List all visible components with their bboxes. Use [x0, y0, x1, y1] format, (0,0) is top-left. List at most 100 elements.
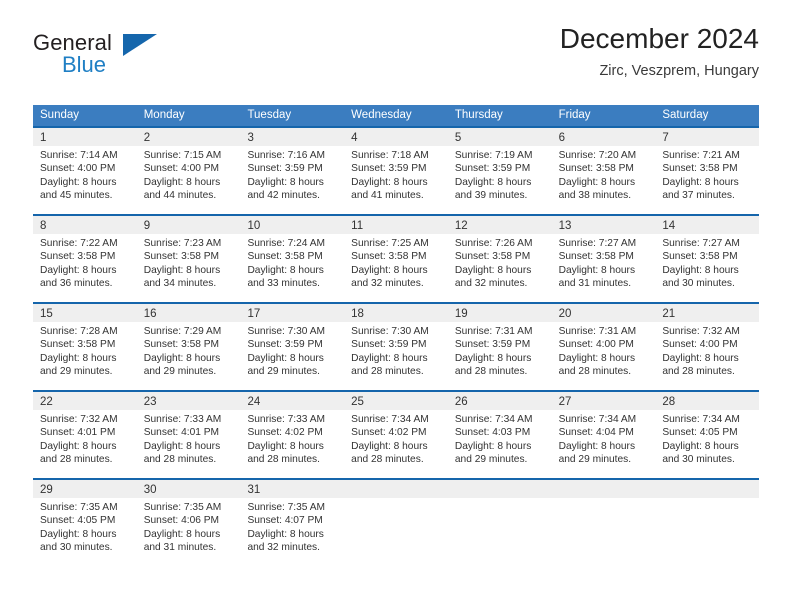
- daylight-line1: Daylight: 8 hours: [454, 176, 532, 188]
- sunset-text: Sunset: 4:00 PM: [143, 163, 220, 175]
- day-cell[interactable]: 26 Sunrise: 7:34 AM Sunset: 4:03 PM Dayligh…: [447, 390, 552, 478]
- sunrise-text: Sunrise: 7:34 AM: [351, 414, 429, 425]
- daylight-line2: and 31 minutes.: [143, 542, 217, 554]
- sunset-text: Sunset: 4:02 PM: [351, 427, 427, 439]
- day-number: 16: [143, 308, 157, 320]
- day-cell[interactable]: 18 Sunrise: 7:30 AM Sunset: 3:59 PM Dayligh…: [344, 302, 448, 390]
- day-info: Sunrise: 7:34 AM Sunset: 4:02 PM Daylight:…: [344, 410, 448, 467]
- day-info: Sunrise: 7:18 AM Sunset: 3:59 PM Daylight:…: [344, 146, 448, 203]
- day-cell[interactable]: 17 Sunrise: 7:30 AM Sunset: 3:59 PM Dayligh…: [240, 302, 345, 390]
- sunrise-text: Sunrise: 7:31 AM: [454, 326, 533, 337]
- day-cell[interactable]: 4 Sunrise: 7:18 AM Sunset: 3:59 PM Daylight…: [344, 126, 448, 214]
- sunrise-text: Sunrise: 7:27 AM: [662, 238, 740, 249]
- day-cell[interactable]: 6 Sunrise: 7:20 AM Sunset: 3:58 PM Daylight…: [551, 126, 656, 214]
- day-number-band: 29: [33, 480, 137, 498]
- day-info: Sunrise: 7:19 AM Sunset: 3:59 PM Daylight:…: [448, 146, 552, 203]
- daylight-line2: and 29 minutes.: [40, 366, 113, 378]
- brand-logo[interactable]: General Blue: [33, 30, 223, 86]
- day-number-band: 18: [344, 304, 448, 322]
- day-cell[interactable]: 9 Sunrise: 7:23 AM Sunset: 3:58 PM Daylight…: [136, 214, 241, 302]
- day-info: Sunrise: 7:16 AM Sunset: 3:59 PM Daylight:…: [240, 146, 344, 203]
- day-number: 25: [351, 396, 364, 408]
- day-cell[interactable]: 24 Sunrise: 7:33 AM Sunset: 4:02 PM Dayligh…: [240, 390, 345, 478]
- day-cell[interactable]: 12 Sunrise: 7:26 AM Sunset: 3:58 PM Dayligh…: [447, 214, 552, 302]
- day-cell[interactable]: 14 Sunrise: 7:27 AM Sunset: 3:58 PM Dayligh…: [655, 214, 760, 302]
- day-cell[interactable]: 19 Sunrise: 7:31 AM Sunset: 3:59 PM Dayligh…: [447, 302, 552, 390]
- day-cell[interactable]: 22 Sunrise: 7:32 AM Sunset: 4:01 PM Dayligh…: [33, 390, 137, 478]
- day-cell[interactable]: 13 Sunrise: 7:27 AM Sunset: 3:58 PM Dayligh…: [551, 214, 656, 302]
- daylight-line1: Daylight: 8 hours: [40, 176, 117, 188]
- weekday-header-wednesday: Wednesday: [351, 109, 412, 121]
- daylight-line2: and 29 minutes.: [558, 454, 632, 466]
- day-cell[interactable]: 1 Sunrise: 7:14 AM Sunset: 4:00 PM Daylight…: [33, 126, 137, 214]
- day-info: Sunrise: 7:30 AM Sunset: 3:59 PM Daylight:…: [344, 322, 448, 379]
- day-cell[interactable]: 3 Sunrise: 7:16 AM Sunset: 3:59 PM Daylight…: [240, 126, 345, 214]
- daylight-line2: and 32 minutes.: [351, 278, 424, 290]
- week-row: 8 Sunrise: 7:22 AM Sunset: 3:58 PM Daylight…: [33, 214, 760, 302]
- sunrise-text: Sunrise: 7:32 AM: [40, 414, 118, 425]
- day-cell[interactable]: 16 Sunrise: 7:29 AM Sunset: 3:58 PM Dayligh…: [136, 302, 241, 390]
- day-info: Sunrise: 7:24 AM Sunset: 3:58 PM Daylight:…: [240, 234, 344, 291]
- sunrise-text: Sunrise: 7:19 AM: [454, 150, 533, 161]
- daylight-line2: and 34 minutes.: [143, 278, 217, 290]
- day-number-band: 12: [447, 216, 552, 234]
- day-number-band: 16: [136, 304, 241, 322]
- day-cell[interactable]: 23 Sunrise: 7:33 AM Sunset: 4:01 PM Dayligh…: [136, 390, 241, 478]
- day-info: Sunrise: 7:14 AM Sunset: 4:00 PM Daylight:…: [33, 146, 137, 203]
- daylight-line2: and 41 minutes.: [351, 190, 424, 202]
- day-cell[interactable]: 2 Sunrise: 7:15 AM Sunset: 4:00 PM Daylight…: [136, 126, 241, 214]
- day-info: [655, 498, 759, 501]
- sunrise-text: Sunrise: 7:29 AM: [143, 326, 222, 337]
- sunrise-text: Sunrise: 7:32 AM: [662, 326, 740, 337]
- day-cell[interactable]: 30 Sunrise: 7:35 AM Sunset: 4:06 PM Dayligh…: [136, 478, 241, 566]
- day-cell[interactable]: 21 Sunrise: 7:32 AM Sunset: 4:00 PM Dayligh…: [655, 302, 760, 390]
- day-number-band: 28: [655, 392, 760, 410]
- day-info: Sunrise: 7:31 AM Sunset: 3:59 PM Daylight:…: [448, 322, 552, 379]
- daylight-line1: Daylight: 8 hours: [40, 440, 117, 452]
- day-cell[interactable]: 31 Sunrise: 7:35 AM Sunset: 4:07 PM Dayligh…: [240, 478, 345, 566]
- daylight-line2: and 31 minutes.: [558, 278, 632, 290]
- day-cell[interactable]: 28 Sunrise: 7:34 AM Sunset: 4:05 PM Dayligh…: [655, 390, 760, 478]
- daylight-line2: and 28 minutes.: [351, 454, 424, 466]
- sunset-text: Sunset: 3:58 PM: [247, 251, 323, 263]
- day-info: [448, 498, 552, 501]
- page-title: December 2024: [559, 23, 759, 54]
- day-cell[interactable]: 29 Sunrise: 7:35 AM Sunset: 4:05 PM Dayligh…: [33, 478, 137, 566]
- day-cell[interactable]: 27 Sunrise: 7:34 AM Sunset: 4:04 PM Dayligh…: [551, 390, 656, 478]
- day-cell[interactable]: 15 Sunrise: 7:28 AM Sunset: 3:58 PM Dayligh…: [33, 302, 137, 390]
- day-cell[interactable]: 5 Sunrise: 7:19 AM Sunset: 3:59 PM Daylight…: [447, 126, 552, 214]
- daylight-line1: Daylight: 8 hours: [247, 352, 324, 364]
- day-number: 20: [558, 308, 572, 320]
- day-cell[interactable]: 20 Sunrise: 7:31 AM Sunset: 4:00 PM Dayligh…: [551, 302, 656, 390]
- day-number: 1: [40, 132, 47, 144]
- sunset-text: Sunset: 3:58 PM: [454, 251, 531, 263]
- day-number-band: 5: [447, 128, 552, 146]
- daylight-line1: Daylight: 8 hours: [351, 264, 428, 276]
- daylight-line1: Daylight: 8 hours: [662, 264, 739, 276]
- sunrise-text: Sunrise: 7:24 AM: [247, 238, 326, 249]
- day-cell[interactable]: 7 Sunrise: 7:21 AM Sunset: 3:58 PM Daylight…: [655, 126, 760, 214]
- daylight-line1: Daylight: 8 hours: [143, 264, 221, 276]
- day-number-band: 10: [240, 216, 345, 234]
- day-number-band: 6: [551, 128, 656, 146]
- sunrise-text: Sunrise: 7:20 AM: [558, 150, 637, 161]
- daylight-line1: Daylight: 8 hours: [351, 176, 428, 188]
- day-cell[interactable]: 10 Sunrise: 7:24 AM Sunset: 3:58 PM Dayligh…: [240, 214, 345, 302]
- daylight-line2: and 42 minutes.: [247, 190, 320, 202]
- day-cell[interactable]: 11 Sunrise: 7:25 AM Sunset: 3:58 PM Dayligh…: [344, 214, 448, 302]
- day-number: 21: [662, 308, 676, 320]
- daylight-line2: and 28 minutes.: [454, 366, 528, 378]
- day-number: 31: [247, 484, 261, 496]
- day-cell[interactable]: 25 Sunrise: 7:34 AM Sunset: 4:02 PM Dayligh…: [344, 390, 448, 478]
- daylight-line2: and 32 minutes.: [454, 278, 528, 290]
- day-info: Sunrise: 7:33 AM Sunset: 4:02 PM Daylight:…: [240, 410, 344, 467]
- day-info: Sunrise: 7:27 AM Sunset: 3:58 PM Daylight:…: [552, 234, 656, 291]
- sunset-text: Sunset: 3:59 PM: [351, 163, 427, 175]
- daylight-line1: Daylight: 8 hours: [662, 440, 739, 452]
- sunset-text: Sunset: 3:58 PM: [558, 163, 634, 175]
- day-number-band: 7: [655, 128, 760, 146]
- day-number-band: 1: [33, 128, 137, 146]
- day-cell[interactable]: 8 Sunrise: 7:22 AM Sunset: 3:58 PM Daylight…: [33, 214, 137, 302]
- day-number: 9: [143, 220, 151, 232]
- daylight-line2: and 28 minutes.: [143, 454, 217, 466]
